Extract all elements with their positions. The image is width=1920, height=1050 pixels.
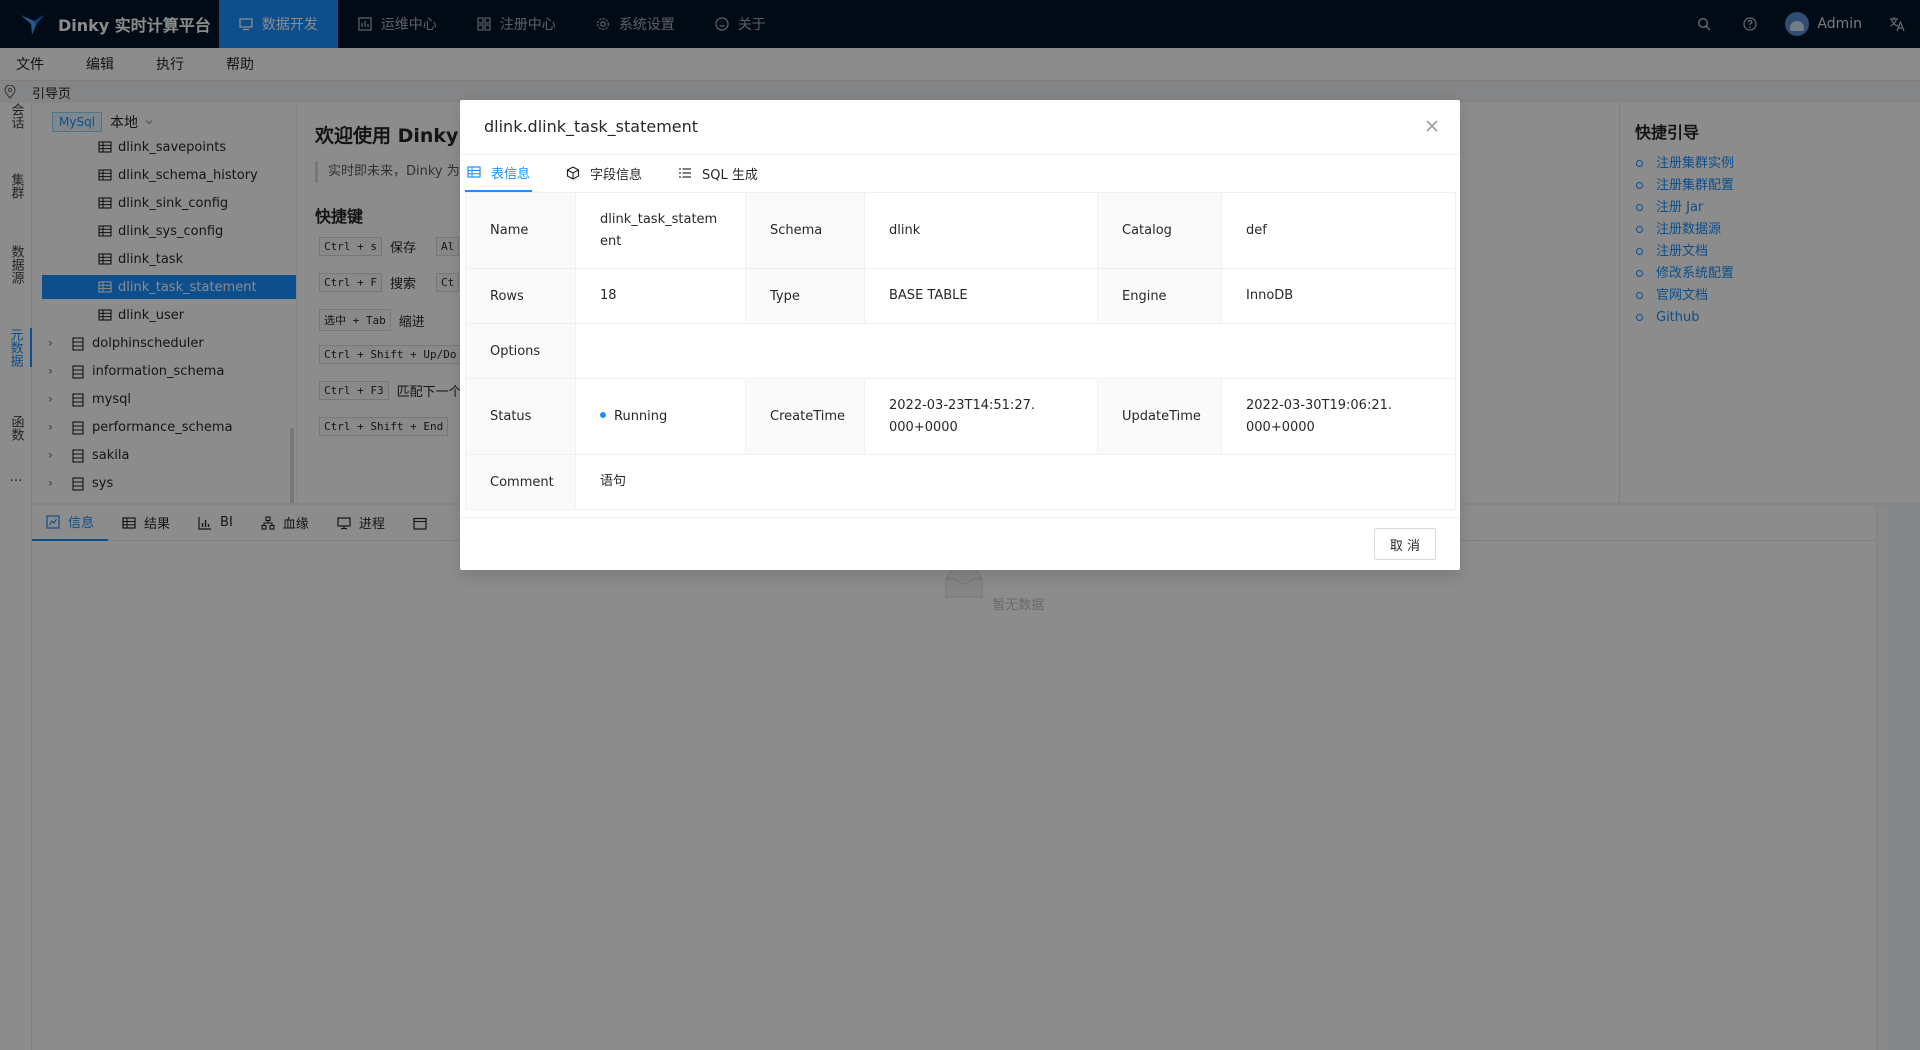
desc-row: Options bbox=[465, 323, 1456, 379]
modal-close-button[interactable] bbox=[1420, 114, 1444, 138]
tab-table-info[interactable]: 表信息 bbox=[465, 158, 533, 192]
updatetime-value: 2022-03-30T19:06:21.000+0000 bbox=[1221, 378, 1456, 455]
rows-label: Rows bbox=[465, 268, 576, 324]
table-info-modal: dlink.dlink_task_statement 表信息 字段信息 SQL … bbox=[460, 100, 1460, 570]
type-label: Type bbox=[745, 268, 865, 324]
modal-footer: 取 消 bbox=[460, 517, 1460, 570]
type-value: BASE TABLE bbox=[864, 268, 1098, 324]
desc-row: Status Running CreateTime 2022-03-23T14:… bbox=[465, 378, 1456, 455]
tab-label: SQL 生成 bbox=[702, 167, 758, 183]
close-icon bbox=[1426, 120, 1438, 132]
modal-tabs: 表信息 字段信息 SQL 生成 bbox=[465, 158, 792, 192]
modal-title: dlink.dlink_task_statement bbox=[484, 117, 699, 136]
comment-value: 语句 bbox=[575, 454, 1456, 510]
modal-header: dlink.dlink_task_statement bbox=[460, 100, 1460, 155]
status-dot bbox=[600, 412, 606, 418]
name-value: dlink_task_statement bbox=[575, 192, 746, 269]
comment-label: Comment bbox=[465, 454, 576, 510]
createtime-value: 2022-03-23T14:51:27.000+0000 bbox=[864, 378, 1098, 455]
engine-value: InnoDB bbox=[1221, 268, 1456, 324]
status-label: Status bbox=[465, 378, 576, 455]
table-info-descriptions: Name dlink_task_statement Schema dlink C… bbox=[465, 192, 1456, 510]
status-value: Running bbox=[575, 378, 746, 455]
tab-label: 字段信息 bbox=[590, 167, 643, 183]
engine-label: Engine bbox=[1097, 268, 1222, 324]
rows-value: 18 bbox=[575, 268, 746, 324]
schema-value: dlink bbox=[864, 192, 1098, 269]
updatetime-text: 2022-03-30T19:06:21.000+0000 bbox=[1246, 397, 1393, 435]
table-icon bbox=[467, 165, 481, 179]
list-icon bbox=[678, 166, 692, 180]
code-sandbox-icon bbox=[566, 166, 580, 180]
tab-sql-gen[interactable]: SQL 生成 bbox=[676, 158, 760, 192]
createtime-label: CreateTime bbox=[745, 378, 865, 455]
desc-row: Rows 18 Type BASE TABLE Engine InnoDB bbox=[465, 268, 1456, 324]
name-label: Name bbox=[465, 192, 576, 269]
options-label: Options bbox=[465, 323, 576, 379]
catalog-label: Catalog bbox=[1097, 192, 1222, 269]
catalog-value: def bbox=[1221, 192, 1456, 269]
schema-label: Schema bbox=[745, 192, 865, 269]
options-value bbox=[575, 323, 1456, 379]
tab-field-info[interactable]: 字段信息 bbox=[564, 158, 644, 192]
tab-label: 表信息 bbox=[491, 166, 531, 182]
status-text: Running bbox=[614, 408, 668, 424]
desc-row: Comment 语句 bbox=[465, 454, 1456, 510]
desc-row: Name dlink_task_statement Schema dlink C… bbox=[465, 192, 1456, 269]
createtime-text: 2022-03-23T14:51:27.000+0000 bbox=[889, 397, 1036, 435]
name-value-text: dlink_task_statement bbox=[600, 211, 718, 249]
cancel-button[interactable]: 取 消 bbox=[1373, 528, 1436, 560]
updatetime-label: UpdateTime bbox=[1097, 378, 1222, 455]
